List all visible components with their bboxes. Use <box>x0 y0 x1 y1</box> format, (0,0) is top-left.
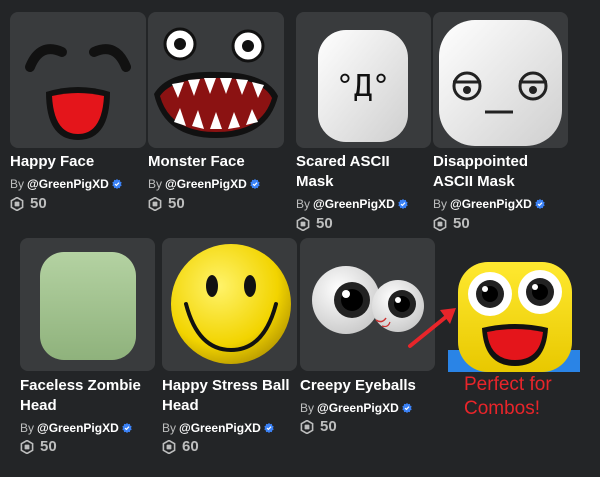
price-value: 50 <box>40 438 57 455</box>
item-name[interactable]: Scared ASCII Mask <box>296 152 431 192</box>
by-label: By <box>20 421 35 435</box>
price-value: 50 <box>453 215 470 232</box>
item-thumbnail[interactable]: °Д° <box>296 12 431 148</box>
item-creator: By @GreenPigXD <box>20 421 132 435</box>
item-name[interactable]: Happy Stress Ball Head <box>162 376 297 416</box>
by-label: By <box>10 177 25 191</box>
item-name[interactable]: Disappointed ASCII Mask <box>433 152 568 192</box>
by-label: By <box>433 197 448 211</box>
creator-link[interactable]: @GreenPigXD <box>179 421 261 435</box>
item-thumbnail[interactable] <box>162 238 297 371</box>
creator-link[interactable]: @GreenPigXD <box>317 401 399 415</box>
catalog-item-happy-stress-ball-head[interactable]: Happy Stress Ball Head By @GreenPigXD 60 <box>162 238 297 458</box>
item-name[interactable]: Happy Face <box>10 152 146 172</box>
robux-icon <box>296 217 310 231</box>
verified-badge-icon <box>402 403 412 413</box>
verified-badge-icon <box>250 179 260 189</box>
zombie-head-image <box>40 252 136 360</box>
happy-face-image <box>25 44 131 140</box>
item-name[interactable]: Monster Face <box>148 152 284 172</box>
robux-icon <box>10 197 24 211</box>
price-value: 50 <box>316 215 333 232</box>
catalog-item-happy-face[interactable]: Happy Face By @GreenPigXD 50 <box>10 12 146 212</box>
creator-link[interactable]: @GreenPigXD <box>165 177 247 191</box>
verified-badge-icon <box>264 423 274 433</box>
item-thumbnail[interactable] <box>433 12 568 148</box>
arrow-annotation-icon <box>408 308 456 348</box>
robux-icon <box>148 197 162 211</box>
item-price: 50 <box>300 418 337 436</box>
price-value: 50 <box>168 195 185 212</box>
stress-ball-image <box>171 244 291 364</box>
catalog-item-disappointed-ascii-mask[interactable]: Disappointed ASCII Mask By @GreenPigXD 5… <box>433 12 568 232</box>
by-label: By <box>300 401 315 415</box>
robux-icon <box>162 440 176 454</box>
item-creator: By @GreenPigXD <box>10 177 122 191</box>
item-creator: By @GreenPigXD <box>148 177 260 191</box>
item-creator: By @GreenPigXD <box>296 197 408 211</box>
creator-link[interactable]: @GreenPigXD <box>27 177 109 191</box>
verified-badge-icon <box>112 179 122 189</box>
monster-face-image <box>154 27 278 138</box>
price-value: 60 <box>182 438 199 455</box>
by-label: By <box>148 177 163 191</box>
disappointed-mask-image <box>439 20 562 146</box>
item-price: 50 <box>10 195 47 213</box>
item-price: 60 <box>162 438 199 456</box>
item-price: 50 <box>433 215 470 233</box>
item-name[interactable]: Faceless Zombie Head <box>20 376 155 416</box>
item-thumbnail[interactable] <box>10 12 146 148</box>
item-creator: By @GreenPigXD <box>162 421 274 435</box>
robux-icon <box>20 440 34 454</box>
item-name[interactable]: Creepy Eyeballs <box>300 376 435 396</box>
catalog-item-monster-face[interactable]: Monster Face By @GreenPigXD 50 <box>148 12 284 212</box>
scared-mask-image: °Д° <box>318 30 408 142</box>
catalog-item-faceless-zombie-head[interactable]: Faceless Zombie Head By @GreenPigXD 50 <box>20 238 155 458</box>
catalog-item-scared-ascii-mask[interactable]: °Д° Scared ASCII Mask By @GreenPigXD 50 <box>296 12 431 232</box>
verified-badge-icon <box>122 423 132 433</box>
item-price: 50 <box>296 215 333 233</box>
price-value: 50 <box>320 418 337 435</box>
verified-badge-icon <box>535 199 545 209</box>
creator-link[interactable]: @GreenPigXD <box>37 421 119 435</box>
creator-link[interactable]: @GreenPigXD <box>450 197 532 211</box>
item-creator: By @GreenPigXD <box>433 197 545 211</box>
creator-link[interactable]: @GreenPigXD <box>313 197 395 211</box>
robux-icon <box>433 217 447 231</box>
by-label: By <box>296 197 311 211</box>
item-creator: By @GreenPigXD <box>300 401 412 415</box>
item-price: 50 <box>20 438 57 456</box>
robux-icon <box>300 420 314 434</box>
item-price: 50 <box>148 195 185 213</box>
combo-annotation: Perfect for Combos! <box>464 374 552 419</box>
ascii-glyphs: °Д° <box>336 69 390 104</box>
by-label: By <box>162 421 177 435</box>
verified-badge-icon <box>398 199 408 209</box>
item-thumbnail[interactable] <box>20 238 155 371</box>
price-value: 50 <box>30 195 47 212</box>
item-thumbnail[interactable] <box>148 12 284 148</box>
